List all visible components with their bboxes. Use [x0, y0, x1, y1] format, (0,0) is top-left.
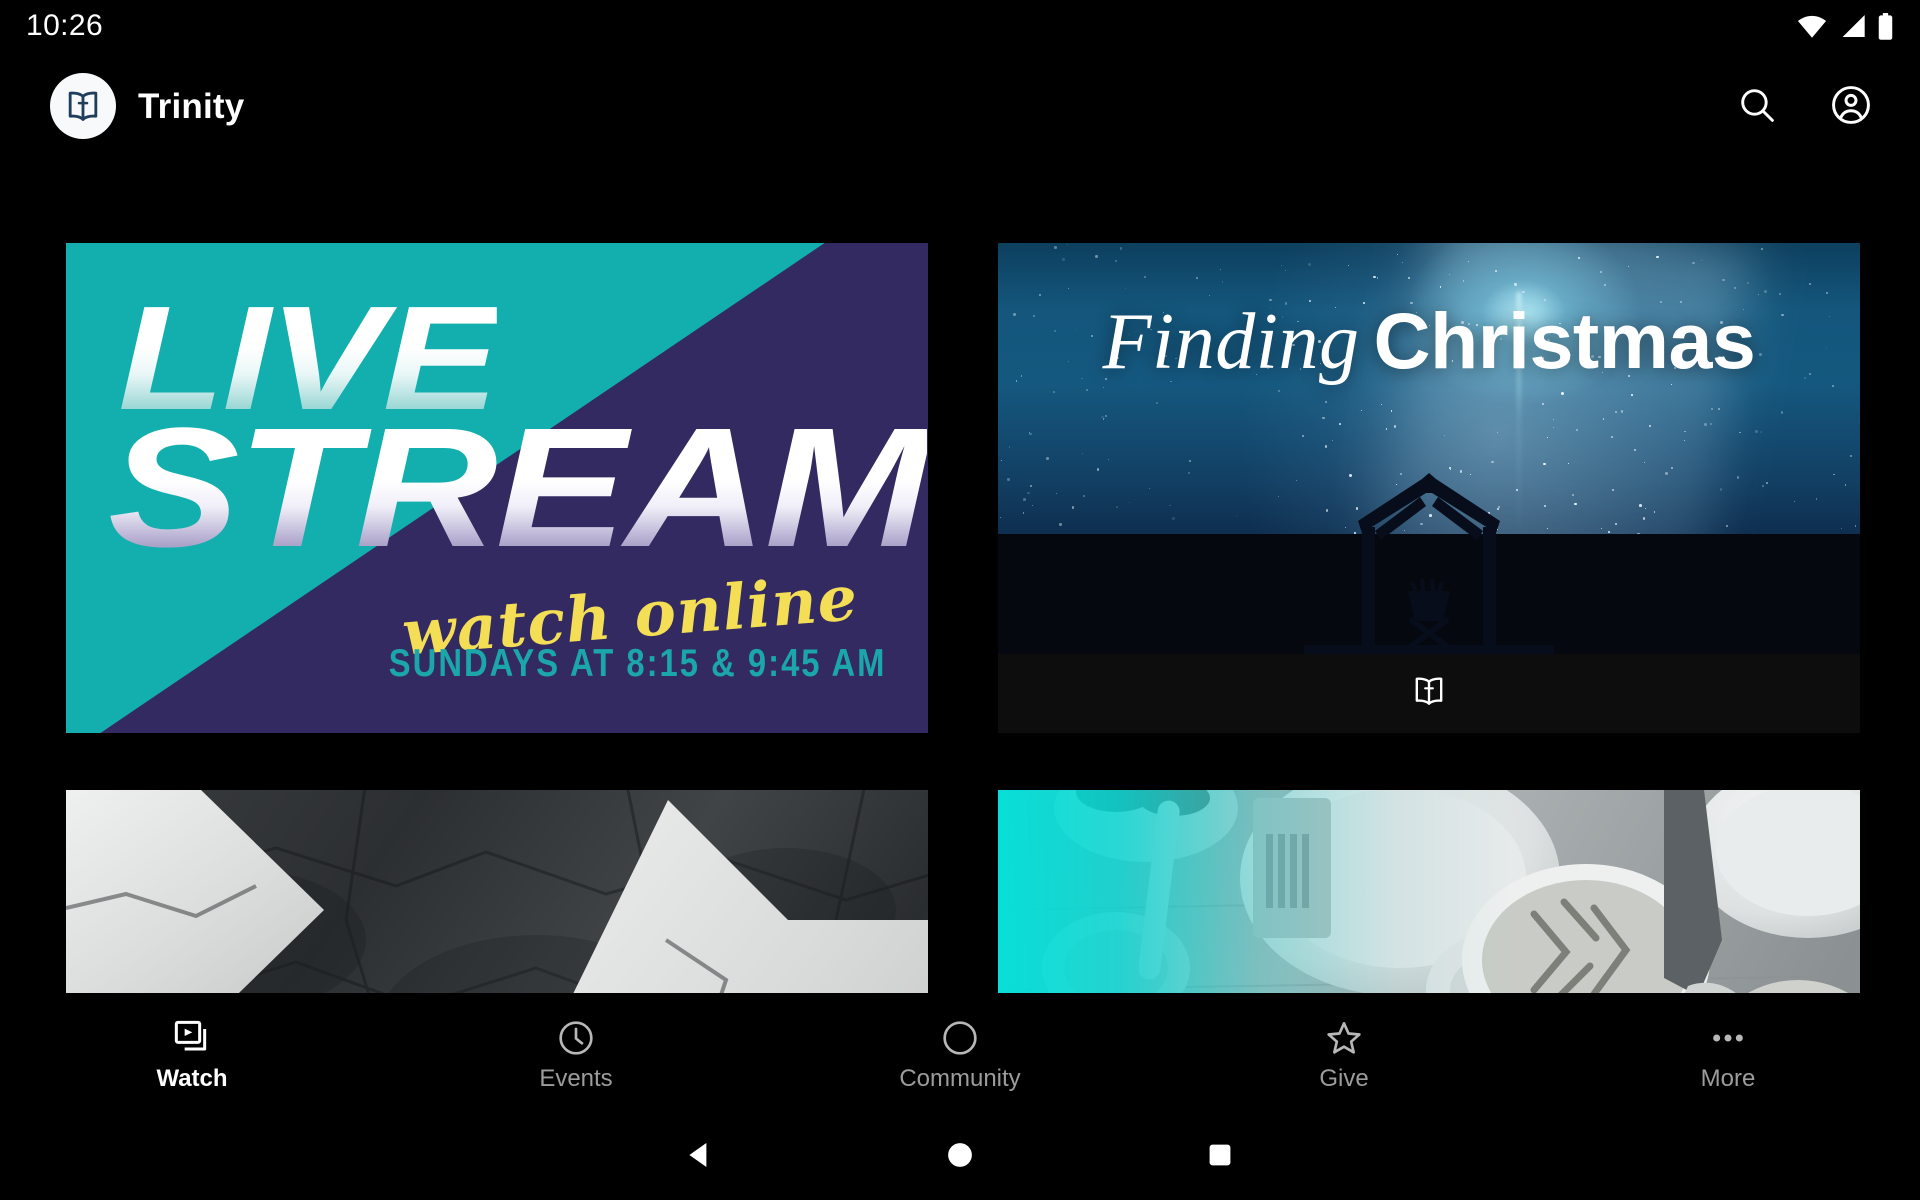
status-bar: 10:26 [0, 0, 1920, 52]
battery-icon [1877, 12, 1894, 40]
square-recents-icon [1204, 1139, 1236, 1176]
android-back-button[interactable] [570, 1138, 830, 1177]
nav-community[interactable]: Community [768, 993, 1152, 1115]
circle-home-icon [943, 1138, 977, 1177]
finding-christmas-card[interactable]: Finding Christmas [998, 243, 1860, 733]
search-button[interactable] [1728, 77, 1786, 135]
card-footer-strip [998, 654, 1860, 733]
page-title: Trinity [138, 86, 245, 126]
cellular-signal-icon [1838, 13, 1868, 39]
live-stream-line2: STREAM [108, 393, 928, 583]
arrows-card[interactable] [66, 790, 928, 993]
title-italic-part: Finding [1102, 298, 1360, 386]
finding-christmas-background: Finding Christmas [998, 243, 1860, 733]
nativity-manger-silhouette [1304, 473, 1554, 654]
account-circle-icon [1828, 82, 1874, 131]
android-home-button[interactable] [830, 1138, 1090, 1177]
more-horizontal-icon [1708, 1018, 1748, 1058]
app-root: 10:26 Trinity LIVE STREAM watch online S… [0, 0, 1920, 1200]
clock-icon [556, 1018, 596, 1058]
live-stream-times: SUNDAYS AT 8:15 & 9:45 AM [388, 642, 886, 685]
teal-gradient-overlay [998, 790, 1860, 993]
more-than-card[interactable]: More Than [998, 790, 1860, 993]
arrows-background [66, 790, 928, 993]
android-system-navigation-bar [0, 1115, 1920, 1200]
nav-events[interactable]: Events [384, 993, 768, 1115]
star-outline-icon [1324, 1018, 1364, 1058]
bible-book-icon [1410, 672, 1448, 715]
card-grid: LIVE STREAM watch online SUNDAYS AT 8:15… [66, 243, 1860, 993]
nav-watch[interactable]: Watch [0, 993, 384, 1115]
status-bar-icons [1795, 12, 1894, 40]
crack-overlay [66, 884, 729, 993]
nav-watch-label: Watch [156, 1064, 228, 1092]
triangle-back-icon [683, 1138, 717, 1177]
app-brand[interactable]: Trinity [50, 73, 244, 139]
account-button[interactable] [1822, 77, 1880, 135]
content-scroll-area[interactable]: LIVE STREAM watch online SUNDAYS AT 8:15… [0, 160, 1920, 993]
search-icon [1735, 83, 1779, 130]
nav-more-label: More [1700, 1064, 1756, 1092]
live-stream-card[interactable]: LIVE STREAM watch online SUNDAYS AT 8:15… [66, 243, 928, 733]
nav-events-label: Events [539, 1064, 613, 1092]
nav-community-label: Community [899, 1064, 1021, 1092]
live-stream-text: LIVE STREAM watch online SUNDAYS AT 8:15… [66, 243, 928, 733]
bottom-navigation-bar: Watch Events Community Give More [0, 993, 1920, 1115]
nav-give[interactable]: Give [1152, 993, 1536, 1115]
android-recents-button[interactable] [1090, 1139, 1350, 1176]
wifi-icon [1795, 13, 1829, 39]
app-bar: Trinity [0, 52, 1920, 160]
nav-more[interactable]: More [1536, 993, 1920, 1115]
nav-give-label: Give [1319, 1064, 1369, 1092]
bible-book-icon [50, 73, 116, 139]
video-library-icon [172, 1018, 212, 1058]
circle-icon [940, 1018, 980, 1058]
app-bar-actions [1728, 77, 1880, 135]
finding-christmas-title: Finding Christmas [998, 295, 1860, 388]
more-than-background: More Than [998, 790, 1860, 993]
title-bold-part: Christmas [1373, 296, 1756, 385]
status-bar-clock: 10:26 [26, 9, 104, 42]
